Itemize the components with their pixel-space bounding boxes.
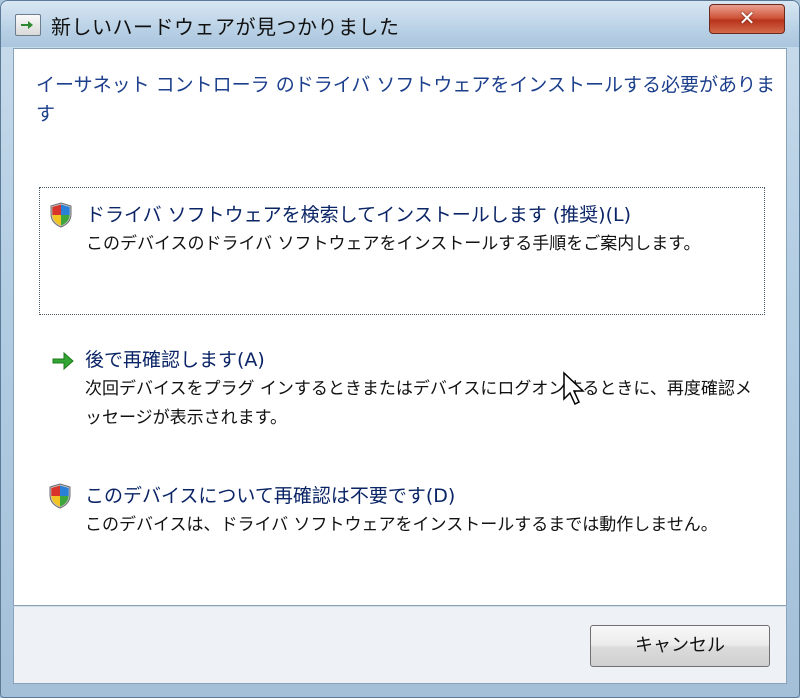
shield-icon bbox=[50, 202, 72, 228]
option-title: ドライバ ソフトウェアを検索してインストールします (推奨)(L) bbox=[86, 204, 631, 226]
option-title: このデバイスについて再確認は不要です(D) bbox=[85, 485, 456, 507]
dialog-window: 新しいハードウェアが見つかりました ✕ イーサネット コントローラ のドライバ … bbox=[0, 0, 800, 698]
title-bar[interactable]: 新しいハードウェアが見つかりました ✕ bbox=[1, 1, 799, 47]
close-button[interactable]: ✕ bbox=[709, 4, 785, 34]
window-title: 新しいハードウェアが見つかりました bbox=[51, 15, 400, 39]
option-search-install[interactable]: ドライバ ソフトウェアを検索してインストールします (推奨)(L) このデバイス… bbox=[39, 187, 765, 315]
cancel-button[interactable]: キャンセル bbox=[590, 625, 770, 667]
green-arrow-icon bbox=[52, 351, 74, 371]
hardware-icon bbox=[15, 14, 41, 36]
button-bar: キャンセル bbox=[13, 606, 787, 684]
option-description: このデバイスのドライバ ソフトウェアをインストールする手順をご案内します。 bbox=[86, 234, 701, 254]
option-ask-later[interactable]: 後で再確認します(A) 次回デバイスをプラグ インするときまたはデバイスにログオ… bbox=[39, 333, 765, 443]
mouse-cursor-icon bbox=[563, 371, 585, 406]
instruction-heading: イーサネット コントローラ のドライバ ソフトウェアをインストールする必要があり… bbox=[36, 74, 775, 125]
option-dont-ask-again[interactable]: このデバイスについて再確認は不要です(D) このデバイスは、ドライバ ソフトウェ… bbox=[39, 469, 765, 579]
shield-icon bbox=[49, 483, 71, 509]
option-title: 後で再確認します(A) bbox=[85, 349, 265, 371]
option-description: このデバイスは、ドライバ ソフトウェアをインストールするまでは動作しません。 bbox=[85, 515, 718, 535]
dialog-content: イーサネット コントローラ のドライバ ソフトウェアをインストールする必要があり… bbox=[13, 48, 787, 606]
option-description: 次回デバイスをプラグ インするときまたはデバイスにログオンするときに、再度確認メ… bbox=[85, 379, 752, 428]
